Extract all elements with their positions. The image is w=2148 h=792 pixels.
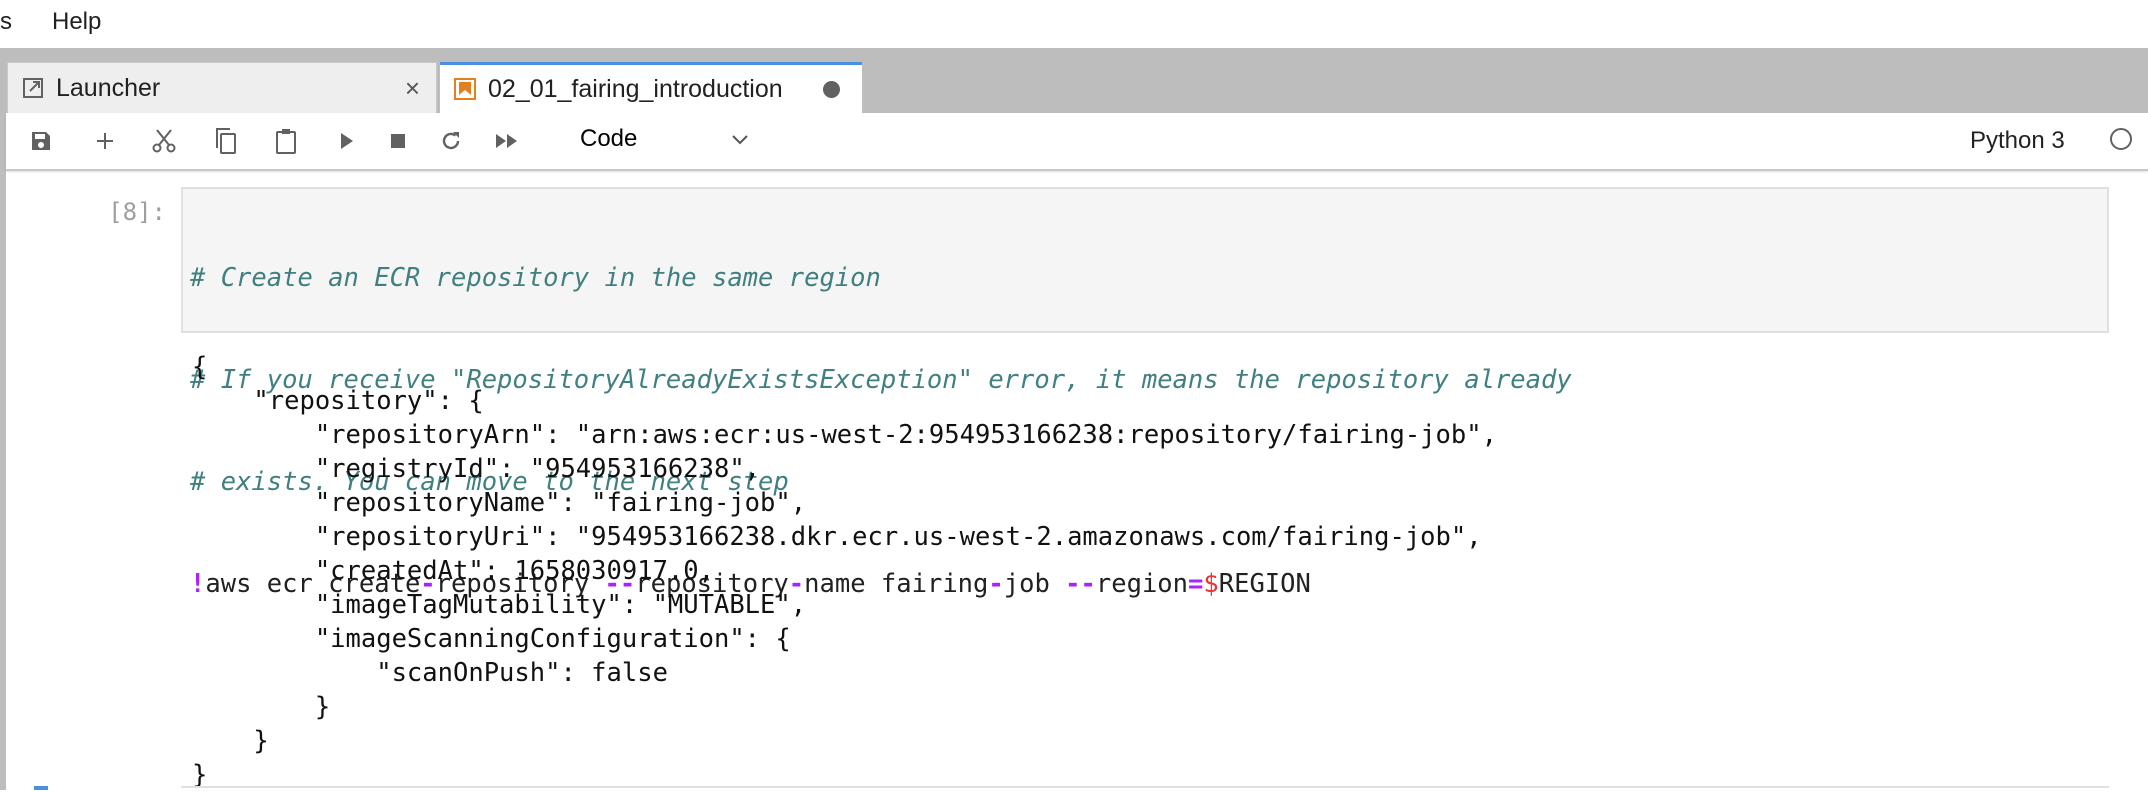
- cell-prompt: [8]:: [108, 198, 166, 226]
- output-line: "registryId": "954953166238",: [192, 454, 761, 484]
- active-cell-marker: [34, 786, 48, 790]
- output-line: "imageScanningConfiguration": {: [192, 624, 791, 654]
- cell-type-select[interactable]: Code: [580, 125, 637, 153]
- notebook-icon: [454, 78, 476, 100]
- menu-item-help[interactable]: Help: [52, 8, 101, 36]
- output-line: }: [192, 726, 269, 756]
- kernel-status-icon: [2110, 128, 2132, 150]
- tab-notebook[interactable]: 02_01_fairing_introduction: [440, 62, 862, 113]
- launcher-icon: [23, 78, 43, 98]
- output-line: "imageTagMutability": "MUTABLE",: [192, 590, 807, 620]
- scissors-icon: [152, 129, 176, 153]
- clipboard-icon: [276, 129, 296, 154]
- copy-button[interactable]: [209, 125, 243, 157]
- kernel-name[interactable]: Python 3: [1970, 127, 2065, 155]
- paste-button[interactable]: [269, 125, 303, 157]
- cut-button[interactable]: [147, 125, 181, 157]
- stop-icon: [391, 134, 405, 148]
- insert-cell-button[interactable]: [88, 125, 122, 157]
- copy-icon: [216, 128, 236, 154]
- output-line: "repositoryUri": "954953166238.dkr.ecr.u…: [192, 522, 1482, 552]
- interrupt-button[interactable]: [381, 125, 415, 157]
- left-panel-border: [0, 113, 6, 790]
- next-cell-border: [181, 786, 2109, 788]
- close-icon[interactable]: ×: [405, 73, 420, 104]
- output-line: "repository": {: [192, 386, 484, 416]
- tab-label: 02_01_fairing_introduction: [488, 74, 783, 103]
- code-comment: # Create an ECR repository in the same r…: [190, 263, 881, 293]
- save-button[interactable]: [24, 125, 58, 157]
- output-line: "repositoryArn": "arn:aws:ecr:us-west-2:…: [192, 420, 1497, 450]
- cell-output: { "repository": { "repositoryArn": "arn:…: [192, 350, 1497, 792]
- save-icon: [32, 132, 50, 150]
- tab-bar: Launcher × 02_01_fairing_introduction: [0, 48, 2148, 113]
- play-icon: [341, 133, 353, 149]
- unsaved-indicator-icon[interactable]: [823, 80, 840, 98]
- menu-item-partial[interactable]: s: [0, 8, 12, 36]
- run-all-button[interactable]: [490, 125, 524, 157]
- run-button[interactable]: [329, 125, 363, 157]
- tab-label: Launcher: [56, 73, 161, 102]
- chevron-down-icon[interactable]: [730, 125, 750, 155]
- refresh-icon: [442, 132, 460, 150]
- output-line: "repositoryName": "fairing-job",: [192, 488, 807, 518]
- notebook-toolbar: Code Python 3: [6, 113, 2148, 171]
- code-cell-input[interactable]: # Create an ECR repository in the same r…: [181, 187, 2109, 599]
- output-line: }: [192, 692, 331, 722]
- plus-icon: [97, 133, 113, 149]
- restart-button[interactable]: [434, 125, 468, 157]
- menu-bar: s Help: [0, 0, 2148, 48]
- output-line: "createdAt": 1658030917.0,: [192, 556, 714, 586]
- tab-launcher[interactable]: Launcher ×: [7, 62, 437, 113]
- output-line: "scanOnPush": false: [192, 658, 668, 688]
- output-line: {: [192, 352, 208, 382]
- fast-forward-icon: [496, 134, 517, 148]
